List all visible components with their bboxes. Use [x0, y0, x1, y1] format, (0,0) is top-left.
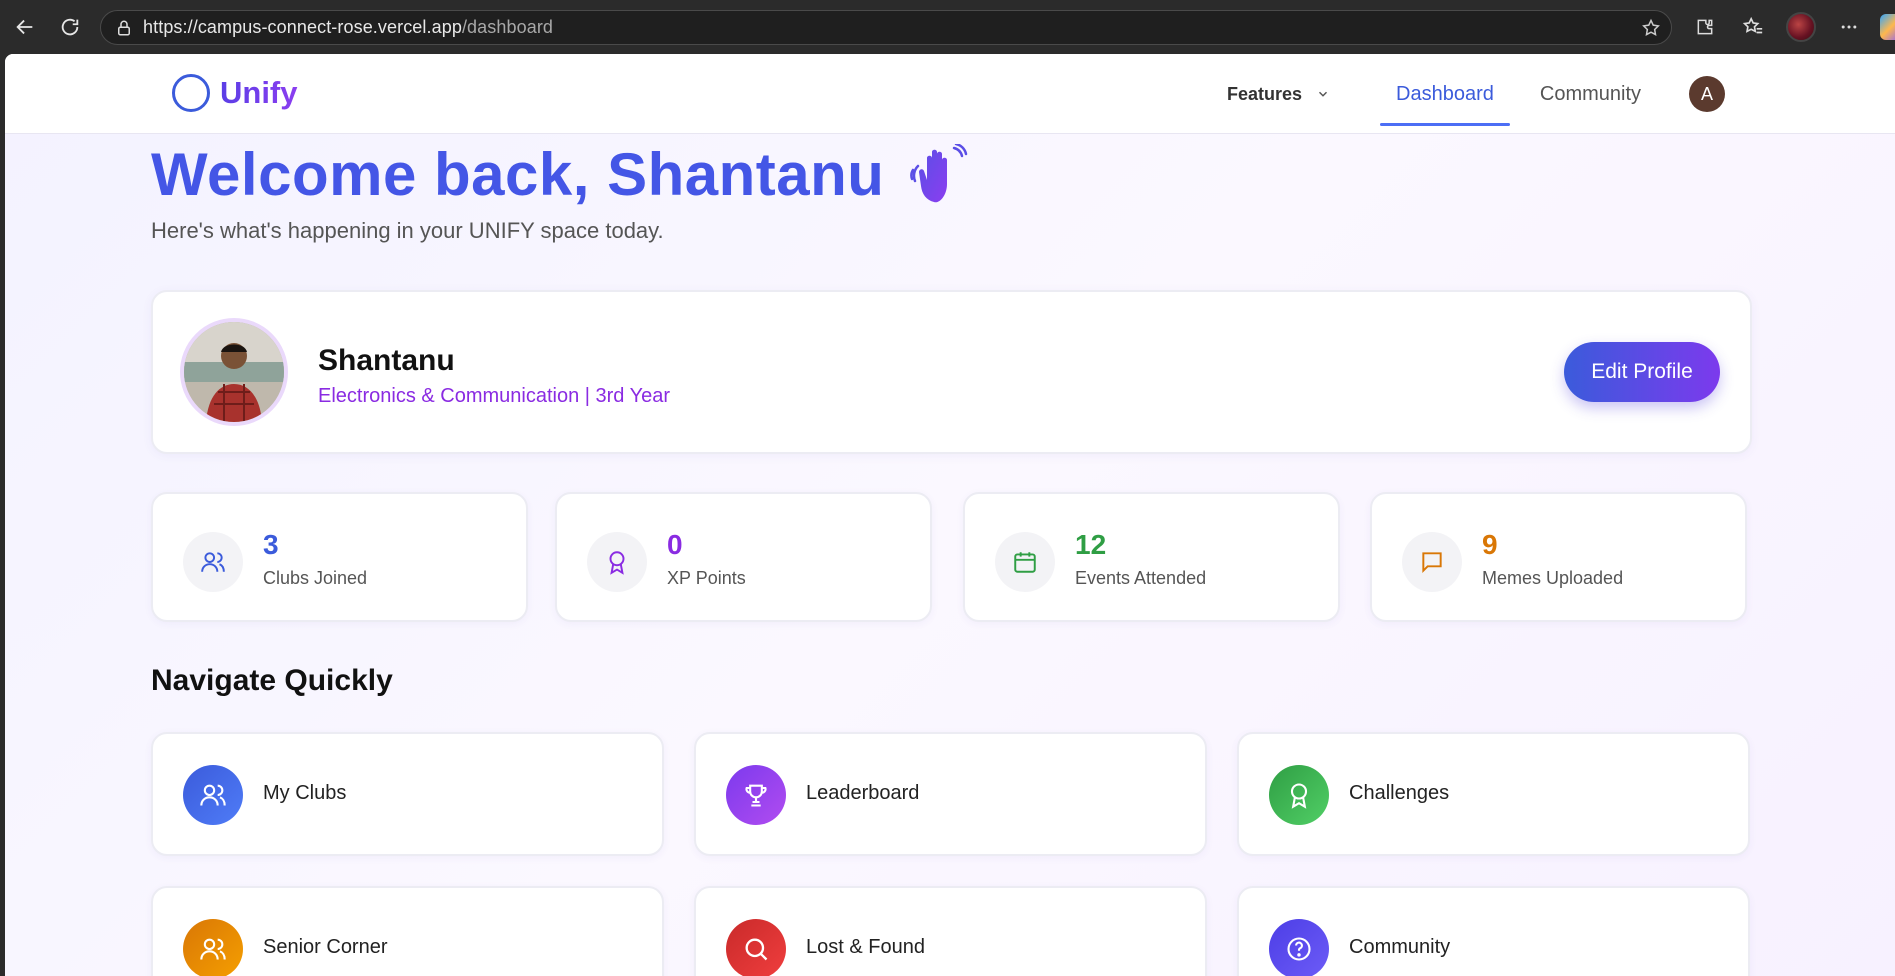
users-icon — [183, 919, 243, 976]
extensions-icon[interactable] — [1690, 12, 1720, 42]
section-title: Navigate Quickly — [151, 664, 393, 697]
logo-circle-icon — [172, 74, 210, 112]
stat-label: Clubs Joined — [263, 568, 368, 588]
quick-label: Community — [1349, 936, 1451, 958]
stat-value: 9 — [1482, 529, 1498, 560]
stats-row: 3 Clubs Joined 0 XP Points 12 Events Att… — [151, 492, 1752, 622]
more-options-icon[interactable] — [1834, 12, 1864, 42]
nav-dashboard[interactable]: Dashboard — [1380, 73, 1510, 126]
welcome-heading: Welcome back, Shantanu — [151, 140, 976, 209]
stat-label: Memes Uploaded — [1482, 568, 1624, 588]
browser-toolbar: https://campus-connect-rose.vercel.app/d… — [0, 0, 1895, 54]
award-icon — [1269, 765, 1329, 825]
message-icon — [1402, 532, 1462, 592]
quick-lost-found[interactable]: Lost & Found — [694, 886, 1207, 976]
quick-community[interactable]: Community — [1237, 886, 1750, 976]
stat-card-events[interactable]: 12 Events Attended — [963, 492, 1340, 622]
edit-profile-button[interactable]: Edit Profile — [1564, 342, 1720, 402]
reload-icon[interactable] — [55, 12, 85, 42]
page-title: Welcome back, Shantanu — [151, 141, 885, 208]
features-dropdown[interactable]: Features — [1227, 84, 1330, 105]
stat-value: 12 — [1075, 529, 1107, 560]
stat-card-clubs[interactable]: 3 Clubs Joined — [151, 492, 528, 622]
favorite-star-icon[interactable] — [1641, 18, 1661, 38]
users-icon — [183, 765, 243, 825]
quick-challenges[interactable]: Challenges — [1237, 732, 1750, 856]
stat-label: XP Points — [667, 568, 746, 588]
stat-card-memes[interactable]: 9 Memes Uploaded — [1370, 492, 1747, 622]
copilot-icon[interactable] — [1880, 14, 1895, 40]
award-icon — [587, 532, 647, 592]
logo[interactable]: Unify — [172, 74, 298, 112]
favorites-icon[interactable] — [1738, 12, 1768, 42]
quick-label: Lost & Found — [806, 936, 925, 958]
quick-label: Senior Corner — [263, 936, 388, 958]
welcome-subtitle: Here's what's happening in your UNIFY sp… — [151, 218, 664, 243]
dashboard-page: Unify Features Dashboard Community A Wel… — [5, 54, 1895, 976]
logo-text: Unify — [220, 75, 298, 110]
stat-value: 3 — [263, 529, 279, 560]
profile-avatar-icon[interactable] — [1786, 12, 1816, 42]
profile-name: Shantanu — [318, 344, 455, 377]
quick-senior-corner[interactable]: Senior Corner — [151, 886, 664, 976]
back-arrow-icon[interactable] — [10, 12, 40, 42]
calendar-icon — [995, 532, 1055, 592]
nav-community[interactable]: Community — [1540, 83, 1641, 106]
chevron-down-icon — [1319, 91, 1328, 97]
profile-photo — [180, 318, 288, 426]
profile-card: Shantanu Electronics & Communication | 3… — [151, 290, 1752, 454]
top-navbar: Unify Features Dashboard Community A — [5, 54, 1895, 134]
help-circle-icon — [1269, 919, 1329, 976]
stat-value: 0 — [667, 529, 683, 560]
profile-details: Electronics & Communication | 3rd Year — [318, 385, 671, 407]
quick-my-clubs[interactable]: My Clubs — [151, 732, 664, 856]
search-icon — [726, 919, 786, 976]
stat-label: Events Attended — [1075, 568, 1207, 588]
address-bar[interactable]: https://campus-connect-rose.vercel.app/d… — [100, 10, 1672, 45]
quick-label: Leaderboard — [806, 782, 920, 804]
quick-label: My Clubs — [263, 782, 347, 804]
stat-card-xp[interactable]: 0 XP Points — [555, 492, 932, 622]
users-icon — [183, 532, 243, 592]
features-label: Features — [1227, 83, 1303, 104]
lock-icon — [118, 20, 130, 35]
url-text: https://campus-connect-rose.vercel.app/d… — [143, 17, 554, 37]
quick-label: Challenges — [1349, 782, 1450, 804]
trophy-icon — [726, 765, 786, 825]
waving-hand-icon — [910, 143, 968, 202]
quick-leaderboard[interactable]: Leaderboard — [694, 732, 1207, 856]
user-avatar[interactable]: A — [1689, 76, 1726, 112]
